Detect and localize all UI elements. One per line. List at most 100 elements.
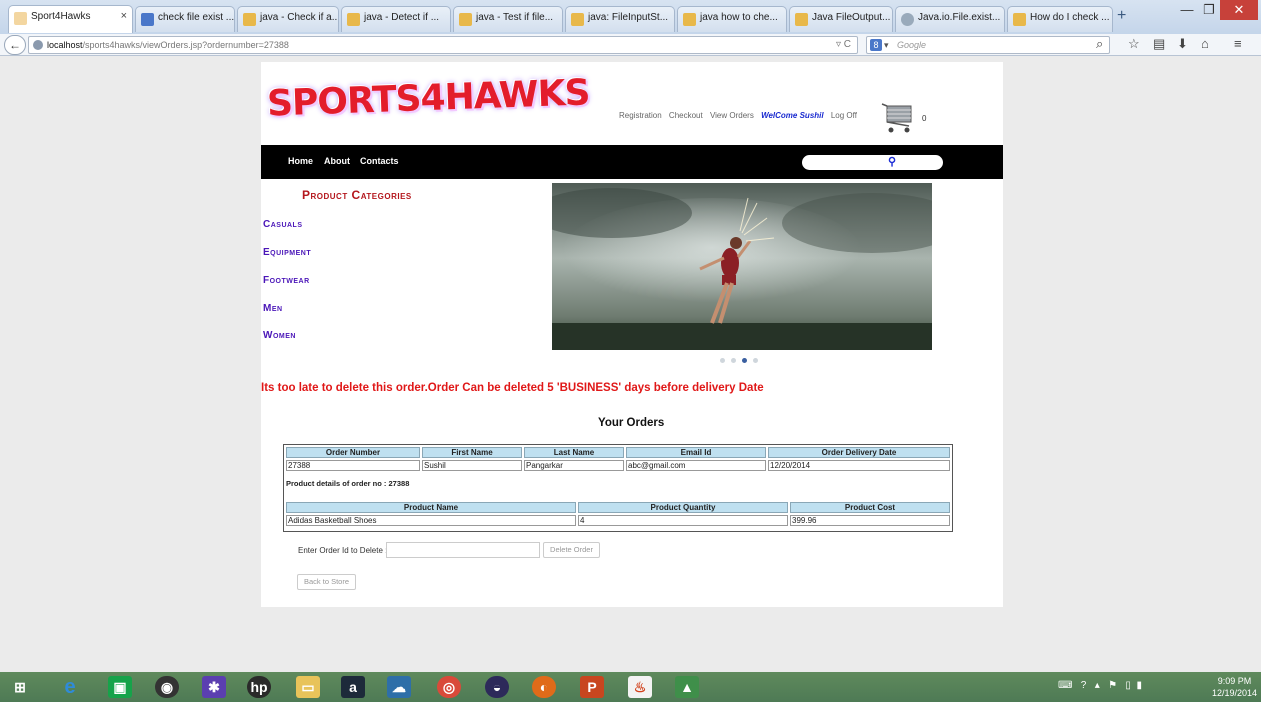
tab-label: java how to che... — [700, 12, 778, 23]
orders-title: Your Orders — [598, 417, 665, 429]
slide-dot-active[interactable] — [742, 358, 747, 363]
new-tab-button[interactable]: + — [1117, 7, 1126, 25]
menu-contacts[interactable]: Contacts — [360, 156, 399, 166]
chevron-down-icon[interactable]: ▾ — [884, 37, 889, 53]
delete-order-button[interactable]: Delete Order — [543, 542, 600, 558]
tab-label: Java.io.File.exist... — [918, 12, 1001, 23]
tab-how-do-i-check[interactable]: How do I check ... — [1007, 6, 1113, 32]
signal-icon[interactable]: ▮ — [1136, 680, 1142, 691]
chevron-up-icon[interactable]: ▴ — [1095, 680, 1100, 691]
internet-explorer-icon[interactable]: e — [58, 676, 82, 698]
back-button[interactable]: ← — [4, 35, 26, 55]
registration-link[interactable]: Registration — [619, 111, 662, 120]
table-cell: 4 — [578, 515, 788, 526]
column-header: Product Quantity — [578, 502, 788, 513]
search-icon[interactable]: ⚲ — [888, 155, 896, 168]
system-clock[interactable]: 9:09 PM 12/19/2014 — [1212, 675, 1257, 699]
product-details-label: Product details of order no : 27388 — [286, 479, 410, 488]
file-explorer-icon[interactable]: ▭ — [296, 676, 320, 698]
google-search-icon[interactable]: 8 — [870, 39, 882, 51]
home-icon[interactable]: ⌂ — [1201, 36, 1209, 51]
store-icon[interactable]: ▣ — [108, 676, 132, 698]
delete-order-label: Enter Order Id to Delete : — [298, 546, 388, 555]
site-logo[interactable]: SPORTS4HAWKS — [266, 72, 590, 124]
orders-table: Order Number First Name Last Name Email … — [284, 445, 952, 473]
tab-java-fileoutput[interactable]: Java FileOutput... — [789, 6, 893, 32]
search-icon[interactable]: ⌕ — [1096, 36, 1103, 52]
site-search-input[interactable]: ⚲ — [802, 155, 943, 170]
tab-java-fileinputstream[interactable]: java: FileInputSt... — [565, 6, 675, 32]
shopping-cart-icon[interactable] — [881, 102, 915, 134]
stackoverflow-favicon-icon — [459, 13, 472, 26]
delete-order-input[interactable] — [386, 542, 540, 558]
media-app-icon[interactable]: ✱ — [202, 676, 226, 698]
site-info-icon[interactable] — [33, 40, 43, 50]
flag-icon[interactable]: ⚑ — [1108, 680, 1117, 691]
tab-java-test[interactable]: java - Test if file... — [453, 6, 563, 32]
camera-app-icon[interactable]: ◉ — [155, 676, 179, 698]
chrome-icon[interactable]: ◎ — [437, 676, 461, 698]
start-icon[interactable]: ⊞ — [8, 676, 32, 698]
bookmarks-library-icon[interactable]: ▤ — [1153, 36, 1165, 52]
column-header: Order Number — [286, 447, 420, 458]
menu-about[interactable]: About — [324, 156, 350, 166]
download-icon[interactable]: ⬇ — [1177, 36, 1188, 52]
battery-icon[interactable]: ▯ — [1125, 680, 1131, 691]
category-men[interactable]: Men — [263, 303, 283, 314]
tab-check-file-exist[interactable]: check file exist ... — [135, 6, 235, 32]
image-viewer-icon[interactable]: ▲ — [675, 676, 699, 698]
tab-label: java: FileInputSt... — [588, 12, 669, 23]
menu-icon[interactable]: ≡ — [1234, 36, 1242, 51]
eclipse-icon[interactable]: ◒ — [485, 676, 509, 698]
minimize-button[interactable]: — — [1176, 0, 1198, 20]
category-equipment[interactable]: Equipment — [263, 247, 311, 258]
browser-nav-bar: ← localhost/sports4hawks/viewOrders.jsp?… — [0, 34, 1261, 56]
checkout-link[interactable]: Checkout — [669, 111, 703, 120]
address-bar[interactable]: localhost/sports4hawks/viewOrders.jsp?or… — [28, 36, 858, 54]
tab-java-how-to[interactable]: java how to che... — [677, 6, 787, 32]
category-women[interactable]: Women — [263, 330, 296, 341]
category-casuals[interactable]: Casuals — [263, 219, 303, 230]
category-footwear[interactable]: Footwear — [263, 275, 310, 286]
top-links: Registration Checkout View Orders WelCom… — [619, 111, 862, 120]
clock-date: 12/19/2014 — [1212, 688, 1258, 698]
column-header: Order Delivery Date — [768, 447, 950, 458]
slide-dot[interactable] — [720, 358, 725, 363]
tab-java-detect[interactable]: java - Detect if ... — [341, 6, 451, 32]
table-cell: 12/20/2014 — [768, 460, 950, 471]
amazon-icon[interactable]: a — [341, 676, 365, 698]
table-cell: abc@gmail.com — [626, 460, 766, 471]
view-orders-link[interactable]: View Orders — [710, 111, 754, 120]
logoff-link[interactable]: Log Off — [831, 111, 857, 120]
close-window-button[interactable]: ✕ — [1220, 0, 1258, 20]
hp-icon[interactable]: hp — [247, 676, 271, 698]
weather-icon[interactable]: ☁ — [387, 676, 411, 698]
system-tray: ⌨ ? ▴ ⚑ ▯ ▮ — [1058, 680, 1142, 691]
keyboard-icon[interactable]: ⌨ — [1058, 680, 1072, 691]
back-to-store-button[interactable]: Back to Store — [297, 574, 356, 590]
java-icon[interactable]: ♨ — [628, 676, 652, 698]
stackoverflow-favicon-icon — [795, 13, 808, 26]
close-tab-icon[interactable]: × — [121, 10, 127, 22]
slide-dot[interactable] — [731, 358, 736, 363]
maximize-button[interactable]: ❐ — [1198, 0, 1220, 20]
tab-java-io-file[interactable]: Java.io.File.exist... — [895, 6, 1005, 32]
help-icon[interactable]: ? — [1081, 680, 1087, 691]
column-header: Product Name — [286, 502, 576, 513]
tab-sport4hawks[interactable]: Sport4Hawks × — [8, 5, 133, 33]
powerpoint-icon[interactable]: P — [580, 676, 604, 698]
tab-label: java - Test if file... — [476, 12, 554, 23]
reload-icon[interactable]: ▿ C — [836, 37, 851, 53]
bookmark-star-icon[interactable]: ☆ — [1128, 36, 1140, 52]
slide-dot[interactable] — [753, 358, 758, 363]
hero-slideshow-image — [552, 183, 932, 350]
tab-java-check[interactable]: java - Check if a... — [237, 6, 339, 32]
welcome-message: WelCome Sushil — [761, 111, 824, 120]
tab-label: How do I check ... — [1030, 12, 1110, 23]
tab-label: check file exist ... — [158, 12, 235, 23]
browser-search-input[interactable]: 8 ▾ Google — [866, 36, 1110, 54]
google-favicon-icon — [141, 13, 154, 26]
menu-home[interactable]: Home — [288, 156, 313, 166]
slideshow-pagination — [720, 355, 764, 366]
firefox-icon[interactable]: ◐ — [532, 676, 556, 698]
